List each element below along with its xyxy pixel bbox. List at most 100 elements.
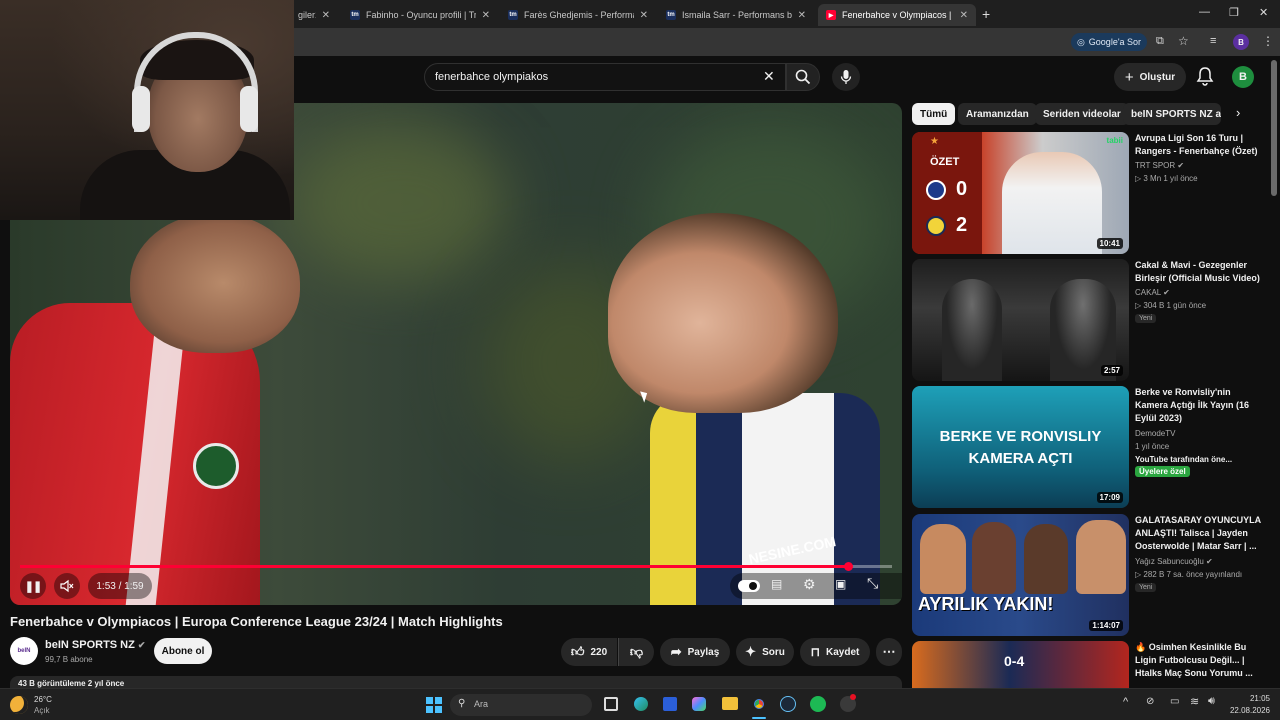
rec-title[interactable]: Cakal & Mavi - Gezegenler Birleşir (Offi…	[1135, 259, 1265, 285]
ask-button[interactable]: ✦ Soru	[736, 638, 794, 666]
europa-league-icon: ★	[930, 136, 939, 147]
thumb-tabii-logo: tabii	[1106, 136, 1123, 145]
google-ask-button[interactable]: ◎ Google'a Sor	[1071, 33, 1147, 51]
chip-from-search[interactable]: Aramanızdan	[958, 103, 1037, 125]
autoplay-toggle[interactable]	[738, 580, 760, 592]
subscribe-button[interactable]: Abone ol	[154, 638, 212, 664]
notifications-button[interactable]	[1196, 66, 1214, 89]
browser-tab[interactable]: giler1 2 ✕	[290, 4, 338, 26]
weather-moon-icon[interactable]	[10, 696, 28, 714]
close-window-icon[interactable]: ✕	[1259, 6, 1268, 19]
tab-title: giler1 2	[298, 10, 316, 20]
rec-thumbnail[interactable]: BERKE VE RONVISLIY KAMERA AÇTI 17:09	[912, 386, 1129, 508]
progress-scrubber[interactable]	[844, 562, 853, 571]
steam-icon[interactable]	[780, 696, 796, 712]
close-tab-icon[interactable]: ✕	[798, 10, 806, 21]
pause-button[interactable]: ❚❚	[20, 573, 46, 599]
search-input[interactable]: fenerbahce olympiakos ✕	[424, 63, 786, 91]
more-actions-button[interactable]: ⋯	[876, 638, 902, 666]
fenerbahce-crest-icon	[926, 216, 946, 236]
miniplayer-icon[interactable]: ▣	[835, 577, 846, 591]
browser-menu-icon[interactable]: ⋮	[1262, 34, 1274, 48]
channel-name-row[interactable]: beIN SPORTS NZ ✔	[45, 639, 145, 651]
clock-date[interactable]: 22.08.2026	[1220, 706, 1270, 715]
media-control-icon[interactable]: ≡	[1210, 35, 1216, 47]
subtitles-icon[interactable]: ▤	[771, 577, 782, 591]
edge-icon[interactable]	[634, 697, 648, 711]
clock-time[interactable]: 21:05	[1220, 694, 1270, 703]
channel-avatar[interactable]: beIN	[10, 637, 38, 665]
chip-scroll-right-icon[interactable]: ›	[1236, 105, 1240, 120]
browser-tab-active[interactable]: ▶ Fenerbahce v Olympiacos | Euro ✕	[818, 4, 976, 26]
minimize-icon[interactable]: —	[1199, 6, 1210, 18]
windows-start-icon[interactable]	[426, 697, 442, 713]
save-button[interactable]: ⊓ Kaydet	[800, 638, 870, 666]
browser-tab[interactable]: tm Ismaila Sarr - Performans bilgile ✕	[658, 4, 814, 26]
chrome-icon[interactable]	[751, 696, 767, 712]
google-ask-label: Google'a Sor	[1088, 37, 1142, 47]
copilot-icon[interactable]	[692, 697, 706, 711]
description-box[interactable]: 43 B görüntüleme 2 yıl önce	[10, 676, 902, 688]
crowd-background	[290, 123, 510, 283]
voice-search-button[interactable]	[832, 63, 860, 91]
thumb-face	[1076, 520, 1126, 594]
close-tab-icon[interactable]: ✕	[322, 10, 330, 21]
speaker-icon[interactable]: 🔊︎	[1208, 695, 1215, 708]
wifi-icon[interactable]: ≋	[1190, 695, 1199, 708]
rec-title[interactable]: 🔥 Osimhen Kesinlikle Bu Ligin Futbolcusu…	[1135, 641, 1265, 688]
chip-series[interactable]: Seriden videolar	[1035, 103, 1129, 125]
create-button[interactable]: + Oluştur	[1114, 63, 1186, 91]
thumb-face	[972, 522, 1016, 594]
clear-search-icon[interactable]: ✕	[763, 68, 775, 85]
rec-thumbnail[interactable]: ★ ÖZET 0 2 tabii 10:41	[912, 132, 1129, 254]
rec-channel[interactable]: TRT SPOR ✔	[1135, 159, 1265, 172]
share-button[interactable]: ➦ Paylaş	[660, 638, 730, 666]
install-app-icon[interactable]: ⧉	[1156, 35, 1164, 48]
tray-chevron-icon[interactable]: ^	[1123, 696, 1128, 708]
browser-tab[interactable]: tm Farès Ghedjemis - Performans i ✕	[500, 4, 656, 26]
settings-gear-icon[interactable]: ⚙	[803, 576, 816, 593]
rec-title[interactable]: Avrupa Ligi Son 16 Turu | Rangers - Fene…	[1135, 132, 1265, 158]
close-tab-icon[interactable]: ✕	[640, 10, 648, 21]
like-button[interactable]: 👍︎ 220	[561, 638, 617, 666]
new-tab-icon[interactable]: +	[982, 6, 990, 22]
windows-taskbar: 26°C Açık ⚲ Ara ^ ⊘ ▭ ≋ 🔊︎ 21:05 22.08.2…	[0, 688, 1280, 720]
taskbar-search[interactable]: ⚲ Ara	[450, 694, 592, 716]
page-scrollbar[interactable]	[1271, 60, 1277, 196]
browser-profile-avatar[interactable]: B	[1233, 34, 1249, 50]
close-tab-icon[interactable]: ✕	[482, 10, 490, 21]
thumb-text: 0-4	[1004, 653, 1025, 669]
tray-app-icon[interactable]: ⊘	[1146, 696, 1154, 707]
spotify-icon[interactable]	[810, 696, 826, 712]
progress-track[interactable]	[20, 562, 892, 571]
rec-title[interactable]: GALATASARAY OYUNCUYLA ANLAŞTI! Talisca |…	[1135, 514, 1265, 553]
share-label: Paylaş	[687, 646, 720, 658]
task-view-icon[interactable]	[604, 697, 618, 711]
rec-thumbnail[interactable]: 2:57	[912, 259, 1129, 381]
rec-channel[interactable]: DemodeTV	[1135, 427, 1265, 440]
file-explorer-icon[interactable]	[722, 697, 738, 710]
thumb-face	[1024, 524, 1068, 594]
rec-channel[interactable]: CAKAL ✔	[1135, 286, 1265, 299]
rec-channel[interactable]: Yağız Sabuncuoğlu ✔	[1135, 555, 1265, 568]
mute-button[interactable]	[54, 573, 80, 599]
dislike-button[interactable]: 👎︎	[618, 638, 654, 666]
chip-all[interactable]: Tümü	[912, 103, 956, 125]
rec-thumbnail[interactable]: 0-4	[912, 641, 1129, 688]
browser-tab[interactable]: tm Fabinho - Oyuncu profili | Trans ✕	[342, 4, 498, 26]
close-tab-icon[interactable]: ✕	[960, 10, 968, 21]
restore-icon[interactable]: ❐	[1229, 6, 1239, 19]
app-icon[interactable]	[840, 694, 856, 712]
youtube-account-avatar[interactable]: B	[1232, 66, 1254, 88]
rec-title[interactable]: Berke ve Ronvisliy'nin Kamera Açtığı İlk…	[1135, 386, 1265, 425]
thumb-score-away: 2	[956, 214, 968, 236]
chip-channel[interactable]: beIN SPORTS NZ adlı	[1123, 103, 1221, 125]
bookmark-star-icon[interactable]: ☆	[1178, 34, 1189, 48]
search-button[interactable]	[786, 63, 820, 91]
volume-muted-icon	[60, 579, 74, 593]
video-duration: 1:14:07	[1089, 620, 1123, 631]
rec-thumbnail[interactable]: AYRILIK YAKIN! 1:14:07	[912, 514, 1129, 636]
fullscreen-icon[interactable]: ⤡	[867, 575, 878, 592]
store-icon[interactable]	[663, 697, 677, 711]
tray-app-icon[interactable]: ▭	[1170, 696, 1179, 707]
